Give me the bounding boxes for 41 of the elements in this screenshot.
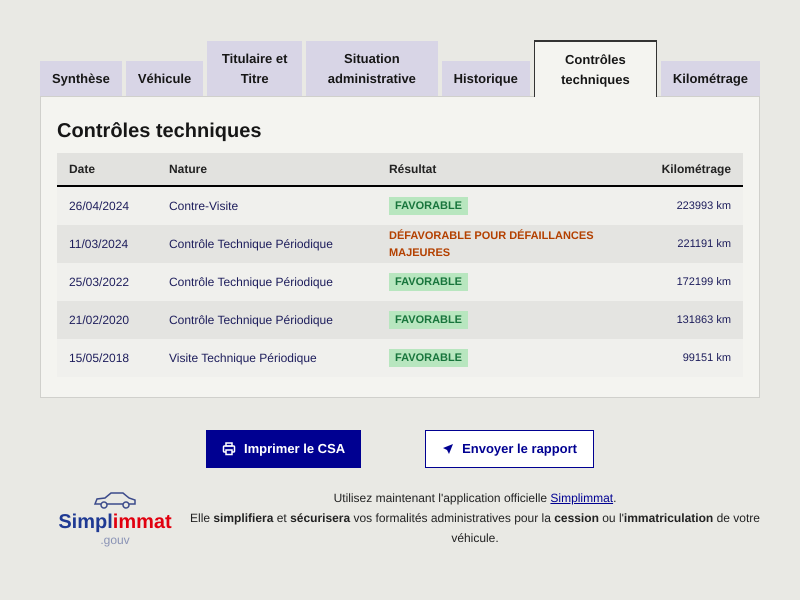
table-cell-text: Contre-Visite (169, 198, 240, 214)
tab[interactable]: Titulaire et Titre (207, 41, 302, 96)
table-cell-text: 172199 km (676, 274, 731, 290)
result-badge: FAVORABLE (389, 348, 468, 368)
tab[interactable]: Historique (442, 60, 530, 96)
tab[interactable]: Contrôles techniques (534, 40, 657, 97)
column-header: Résultat (389, 161, 438, 177)
table-cell-text: 21/02/2020 (69, 312, 130, 328)
table-cell-text: 26/04/2024 (69, 198, 130, 214)
table-cell-text: 11/03/2024 (69, 236, 130, 252)
column-header: Kilométrage (660, 161, 731, 177)
tab[interactable]: Situation administrative (306, 41, 438, 96)
send-button[interactable]: Envoyer le rapport (425, 430, 594, 468)
table-cell-text: 221191 km (676, 236, 731, 252)
table-cell-text: 25/03/2022 (69, 274, 130, 290)
table-cell-text: 15/05/2018 (69, 350, 130, 366)
printer-icon (222, 442, 236, 456)
promo-text: Elle simplifiera et sécurisera vos formalités administratives pour la cession ou l'immatriculation de votre véhicule. (190, 510, 760, 546)
column-header: Date (69, 161, 96, 177)
simplimmat-logo: Simplimmat .gouv (40, 490, 190, 546)
result-badge: FAVORABLE (389, 272, 468, 292)
car-icon (93, 490, 137, 510)
tab[interactable]: Véhicule (126, 60, 204, 96)
print-button[interactable]: Imprimer le CSA (206, 430, 362, 468)
table-cell-text: 223993 km (676, 198, 731, 214)
column-header: Nature (169, 161, 208, 177)
simplimmat-link[interactable]: Simplimmat (550, 490, 614, 504)
result-badge: FAVORABLE (389, 196, 468, 216)
section-title: Contrôles techniques (57, 119, 262, 144)
table-cell-text: 131863 km (676, 312, 731, 328)
table-cell-text: 99151 km (682, 350, 731, 366)
promo-text: Utilisez maintenant l'application officielle Simplimmat. (332, 490, 618, 506)
result-badge: FAVORABLE (389, 310, 468, 330)
table-cell-text: Contrôle Technique Périodique (169, 236, 334, 252)
tab[interactable]: Kilométrage (660, 60, 760, 96)
result-text: DÉFAVORABLE POUR DÉFAILLANCES MAJEURES (389, 230, 594, 259)
send-icon (442, 442, 454, 455)
tab[interactable]: Synthèse (40, 60, 122, 96)
table-cell-text: Contrôle Technique Périodique (169, 274, 334, 290)
table-cell-text: Visite Technique Périodique (169, 350, 318, 366)
table-cell-text: Contrôle Technique Périodique (169, 312, 334, 328)
